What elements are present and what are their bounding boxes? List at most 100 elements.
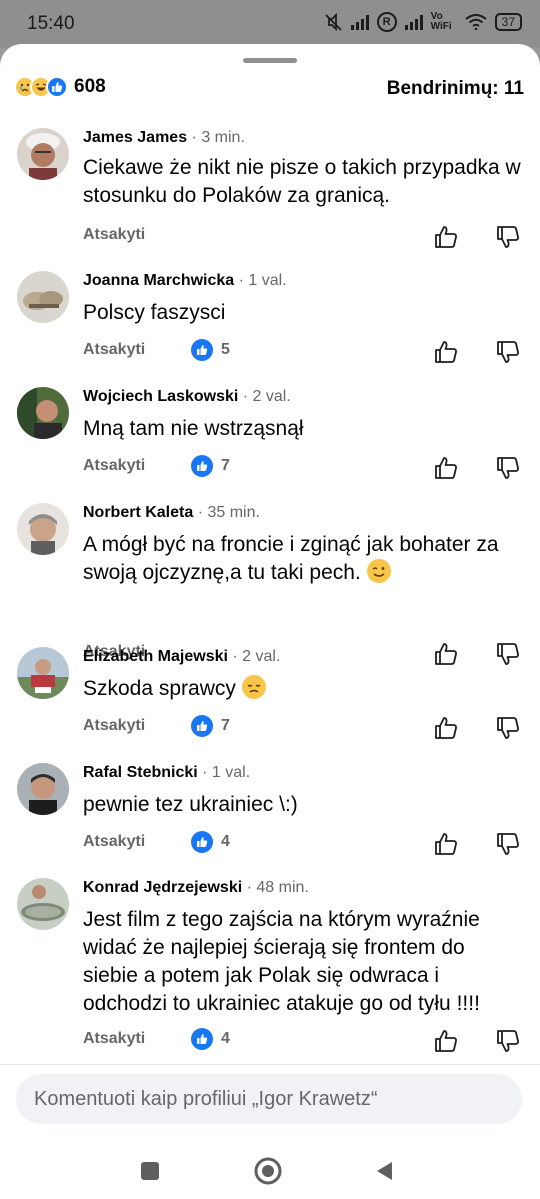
comment-author[interactable]: Konrad Jędrzejewski bbox=[83, 879, 242, 896]
signal-icon bbox=[350, 14, 369, 30]
avatar[interactable] bbox=[17, 763, 69, 815]
avatar[interactable] bbox=[17, 387, 69, 439]
avatar[interactable] bbox=[17, 271, 69, 323]
like-badge-icon bbox=[191, 715, 213, 737]
thumbs-down-icon[interactable] bbox=[495, 339, 521, 365]
comment-author[interactable]: Norbert Kaleta bbox=[83, 504, 193, 521]
wifi-icon bbox=[465, 14, 487, 30]
thumbs-up-icon[interactable] bbox=[433, 455, 459, 481]
battery-icon: 37 bbox=[494, 13, 522, 31]
thumbs-down-icon[interactable] bbox=[495, 715, 521, 741]
reply-button[interactable]: Atsakyti bbox=[83, 341, 145, 359]
comment-text-content: Szkoda sprawcy bbox=[83, 677, 236, 700]
reply-button[interactable]: Atsakyti bbox=[83, 1030, 145, 1048]
reaction-summary: 608 Bendrinimų: 11 bbox=[14, 76, 524, 102]
comment-text: Mną tam nie wstrząsnął bbox=[83, 417, 304, 440]
thumbs-up-icon[interactable] bbox=[433, 831, 459, 857]
like-badge-icon bbox=[191, 455, 213, 477]
reactions-row[interactable]: 608 bbox=[14, 76, 106, 98]
reaction-count: 608 bbox=[74, 76, 106, 97]
back-triangle-icon[interactable] bbox=[370, 1156, 400, 1186]
avatar[interactable] bbox=[17, 647, 69, 699]
comment-likes[interactable]: 4 bbox=[191, 831, 230, 853]
reply-button[interactable]: Atsakyti bbox=[83, 457, 145, 475]
avatar[interactable] bbox=[17, 503, 69, 555]
thumbs-up-icon[interactable] bbox=[433, 339, 459, 365]
thumbs-down-icon[interactable] bbox=[495, 455, 521, 481]
comment-author[interactable]: Rafal Stebnicki bbox=[83, 764, 198, 781]
comment-text: Szkoda sprawcy bbox=[83, 675, 523, 703]
signal-icon bbox=[404, 14, 423, 30]
comment-likes[interactable]: 7 bbox=[191, 455, 230, 477]
comment-author[interactable]: Wojciech Laskowski bbox=[83, 388, 238, 405]
comment-time: · 3 min. bbox=[191, 129, 245, 146]
comment-composer[interactable] bbox=[16, 1074, 522, 1124]
comment-author[interactable]: James James bbox=[83, 129, 187, 146]
thumbs-up-icon[interactable] bbox=[433, 1028, 459, 1054]
home-circle-icon[interactable] bbox=[253, 1156, 283, 1186]
comment-likes[interactable]: 7 bbox=[191, 715, 230, 737]
recents-square-icon[interactable] bbox=[135, 1156, 165, 1186]
thumbs-down-icon[interactable] bbox=[495, 1028, 521, 1054]
roaming-icon: R bbox=[376, 12, 397, 32]
like-badge-icon bbox=[191, 831, 213, 853]
comment-author[interactable]: Elizabeth Majewski bbox=[83, 648, 228, 665]
comment-text: Polscy faszysci bbox=[83, 301, 226, 324]
comment-text: Jest film z tego zajścia na którym wyraź… bbox=[83, 908, 480, 1015]
like-count: 5 bbox=[221, 341, 230, 358]
status-bar: 15:40 R Vo WiFi 37 bbox=[0, 0, 540, 48]
comment-time: · 35 min. bbox=[197, 504, 260, 521]
comment-text: Ciekawe że nikt nie pisze o takich przyp… bbox=[83, 156, 521, 207]
like-badge-icon bbox=[191, 1028, 213, 1050]
comment-actions: Atsakyti 7 bbox=[83, 455, 523, 479]
comment-text: A mógł być na froncie i zginąć jak bohat… bbox=[83, 531, 523, 587]
comment-text-content: A mógł być na froncie i zginąć jak bohat… bbox=[83, 533, 499, 584]
comment-time: · 48 min. bbox=[246, 879, 309, 896]
like-badge-icon bbox=[191, 339, 213, 361]
comment-actions: Atsakyti 5 bbox=[83, 339, 523, 363]
sad-face-emoji bbox=[241, 675, 266, 699]
drag-handle[interactable] bbox=[243, 58, 297, 63]
comment-header: Wojciech Laskowski · 2 val. bbox=[83, 387, 291, 407]
comment-header: Elizabeth Majewski · 2 val. bbox=[83, 647, 280, 667]
reply-button[interactable]: Atsakyti bbox=[83, 833, 145, 851]
comment-author[interactable]: Joanna Marchwicka bbox=[83, 272, 234, 289]
thumbs-down-icon[interactable] bbox=[495, 831, 521, 857]
thumbs-up-icon[interactable] bbox=[433, 224, 459, 250]
comment-actions: Atsakyti bbox=[83, 224, 523, 248]
status-icons: R Vo WiFi 37 bbox=[323, 12, 522, 32]
comment-input[interactable] bbox=[16, 1074, 514, 1124]
comment-time: · 2 val. bbox=[232, 648, 281, 665]
like-reaction-icon bbox=[46, 76, 68, 98]
volte-wifi-icon: Vo WiFi bbox=[430, 11, 452, 32]
composer-divider bbox=[0, 1064, 540, 1065]
avatar[interactable] bbox=[17, 878, 69, 930]
avatar[interactable] bbox=[17, 128, 69, 180]
reply-button[interactable]: Atsakyti bbox=[83, 717, 145, 735]
like-count: 4 bbox=[221, 833, 230, 850]
comment-likes[interactable]: 4 bbox=[191, 1028, 230, 1050]
comment-likes[interactable]: 5 bbox=[191, 339, 230, 361]
status-time: 15:40 bbox=[27, 13, 75, 34]
like-count: 4 bbox=[221, 1030, 230, 1047]
reply-button[interactable]: Atsakyti bbox=[83, 226, 145, 244]
comment-header: James James · 3 min. bbox=[83, 128, 245, 148]
comment-header: Konrad Jędrzejewski · 48 min. bbox=[83, 878, 309, 898]
thumbs-up-icon[interactable] bbox=[433, 641, 459, 667]
like-count: 7 bbox=[221, 457, 230, 474]
thumbs-up-icon[interactable] bbox=[433, 715, 459, 741]
thumbs-down-icon[interactable] bbox=[495, 641, 521, 667]
comments-sheet: 608 Bendrinimų: 11 James James · 3 min. … bbox=[0, 44, 540, 1199]
comment-actions: Atsakyti 7 bbox=[83, 715, 523, 739]
comment-actions: Atsakyti 4 bbox=[83, 831, 523, 855]
comment-time: · 1 val. bbox=[238, 272, 287, 289]
comment-header: Rafal Stebnicki · 1 val. bbox=[83, 763, 250, 783]
comment-header: Norbert Kaleta · 35 min. bbox=[83, 503, 260, 523]
like-count: 7 bbox=[221, 717, 230, 734]
winking-face-emoji bbox=[366, 559, 391, 583]
comment-actions: Atsakyti 4 bbox=[83, 1028, 523, 1052]
shares-count[interactable]: Bendrinimų: 11 bbox=[387, 78, 524, 100]
thumbs-down-icon[interactable] bbox=[495, 224, 521, 250]
comment-header: Joanna Marchwicka · 1 val. bbox=[83, 271, 287, 291]
mute-icon bbox=[325, 13, 342, 31]
